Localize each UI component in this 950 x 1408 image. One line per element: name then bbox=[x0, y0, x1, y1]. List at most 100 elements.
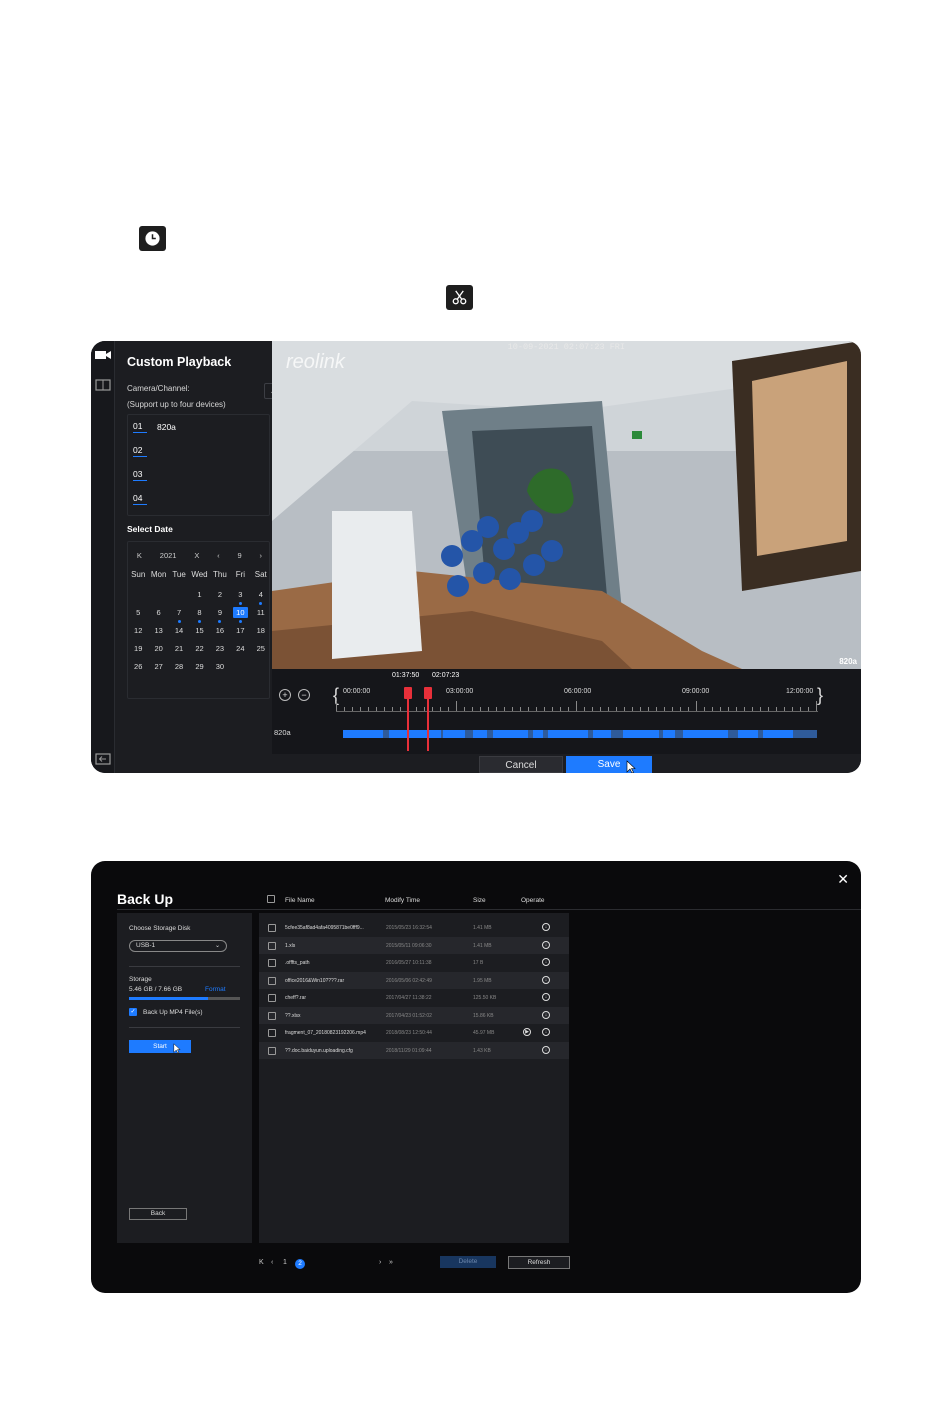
row-checkbox[interactable] bbox=[268, 959, 276, 967]
calendar-day[interactable]: 15 bbox=[189, 624, 209, 642]
calendar-day[interactable]: 13 bbox=[148, 624, 168, 642]
video-view[interactable]: 10-09-2021 02:07:23 FRI reolink 820a bbox=[272, 341, 861, 669]
calendar-day[interactable]: 25 bbox=[251, 642, 271, 660]
ruler-tick bbox=[600, 707, 601, 711]
manual-page: Custom Playback Camera/Channel: (Support… bbox=[0, 0, 950, 1408]
table-row[interactable]: 5cfee35af8ad4afa4095871be0fff9... 2015/05… bbox=[259, 919, 569, 937]
exit-icon[interactable] bbox=[95, 753, 111, 765]
row-checkbox[interactable] bbox=[268, 1029, 276, 1037]
calendar-day[interactable]: 30 bbox=[210, 660, 230, 678]
next-month-icon[interactable]: › bbox=[260, 551, 263, 560]
calendar-day[interactable]: 3 bbox=[230, 588, 250, 606]
first-page-icon[interactable]: K bbox=[259, 1259, 264, 1266]
calendar-day[interactable]: 12 bbox=[128, 624, 148, 642]
zoom-in-icon[interactable]: + bbox=[279, 689, 291, 701]
play-icon[interactable]: ▶ bbox=[523, 1028, 531, 1036]
calendar-day[interactable]: 9 bbox=[210, 606, 230, 624]
table-row[interactable]: 1.xls 2015/05/11 09:06:30 1.41 MB ↓ bbox=[259, 936, 569, 954]
ruler-tick bbox=[400, 707, 401, 711]
ruler-tick bbox=[592, 707, 593, 711]
download-icon[interactable]: ↓ bbox=[542, 923, 550, 931]
calendar-day[interactable]: 2 bbox=[210, 588, 230, 606]
camera-icon[interactable] bbox=[95, 349, 111, 361]
playback-icon[interactable] bbox=[95, 379, 111, 391]
calendar-day[interactable]: 21 bbox=[169, 642, 189, 660]
channel-item[interactable]: 02 bbox=[133, 443, 147, 459]
download-icon[interactable]: ↓ bbox=[542, 1010, 550, 1019]
calendar-day[interactable]: 1 bbox=[189, 588, 209, 606]
timeline-tick: 03:00:00 bbox=[446, 688, 474, 695]
refresh-button[interactable]: Refresh bbox=[508, 1256, 570, 1269]
storage-disk-select[interactable]: USB-1 ⌄ bbox=[129, 940, 227, 952]
row-checkbox[interactable] bbox=[268, 941, 276, 950]
calendar-day[interactable]: 29 bbox=[189, 660, 209, 678]
start-button[interactable]: Start bbox=[129, 1040, 191, 1054]
calendar-day[interactable]: 23 bbox=[210, 642, 230, 660]
row-checkbox[interactable] bbox=[268, 1046, 276, 1055]
prev-month-icon[interactable]: ‹ bbox=[217, 551, 220, 560]
calendar-day[interactable]: 7 bbox=[169, 606, 189, 624]
download-icon[interactable]: ↓ bbox=[542, 958, 550, 966]
download-icon[interactable]: ↓ bbox=[542, 993, 550, 1001]
calendar-day[interactable]: 8 bbox=[189, 606, 209, 624]
recording-bar[interactable] bbox=[343, 730, 817, 738]
calendar-day[interactable]: 11 bbox=[251, 606, 271, 624]
recording-segment bbox=[593, 730, 611, 738]
download-icon[interactable]: ↓ bbox=[542, 1028, 550, 1036]
calendar-day[interactable]: 6 bbox=[148, 606, 168, 624]
delete-button[interactable]: Delete bbox=[440, 1256, 496, 1268]
channel-item[interactable]: 04 bbox=[133, 491, 147, 507]
table-row[interactable]: .offfts_path 2016/05/27 10:11:38 17 B ↓ bbox=[259, 954, 569, 972]
last-page-icon[interactable]: » bbox=[389, 1259, 393, 1266]
file-size: 45.97 MB bbox=[473, 1030, 495, 1036]
row-checkbox[interactable] bbox=[268, 976, 276, 985]
zoom-out-icon[interactable]: − bbox=[298, 689, 310, 701]
next-year-icon[interactable]: X bbox=[194, 551, 199, 560]
close-icon[interactable]: ✕ bbox=[837, 871, 849, 888]
channel-item[interactable]: 01 820a bbox=[133, 419, 176, 435]
mp4-checkbox[interactable]: ✓ bbox=[129, 1008, 137, 1016]
calendar-day[interactable]: 28 bbox=[169, 660, 189, 678]
clip-start-handle[interactable] bbox=[404, 687, 412, 751]
row-checkbox[interactable] bbox=[268, 1011, 276, 1020]
calendar-day[interactable]: 16 bbox=[210, 624, 230, 642]
format-link[interactable]: Format bbox=[205, 986, 226, 993]
timeline[interactable]: + − { } 00:00:00 03:00:00 06:00:00 09:00… bbox=[272, 669, 861, 754]
calendar-day[interactable]: 22 bbox=[189, 642, 209, 660]
row-checkbox[interactable] bbox=[268, 924, 276, 932]
row-checkbox[interactable] bbox=[268, 994, 276, 1002]
page-2-current[interactable]: 2 bbox=[295, 1259, 305, 1269]
calendar-day[interactable]: 19 bbox=[128, 642, 148, 660]
clip-end-handle[interactable] bbox=[424, 687, 432, 751]
page-1-link[interactable]: 1 bbox=[283, 1259, 287, 1266]
calendar-day[interactable]: 24 bbox=[230, 642, 250, 660]
calendar-day[interactable]: 4 bbox=[251, 588, 271, 606]
calendar-day[interactable]: 27 bbox=[148, 660, 168, 678]
download-icon[interactable]: ↓ bbox=[542, 1045, 550, 1054]
calendar-day[interactable]: 5 bbox=[128, 606, 148, 624]
calendar-day[interactable]: 17 bbox=[230, 624, 250, 642]
calendar-day[interactable]: 26 bbox=[128, 660, 148, 678]
storage-usage-fill bbox=[129, 997, 209, 1000]
download-icon[interactable]: ↓ bbox=[542, 940, 550, 949]
download-icon[interactable]: ↓ bbox=[542, 975, 550, 984]
select-all-checkbox[interactable] bbox=[267, 895, 275, 903]
file-modify-time: 2015/05/23 16:32:54 bbox=[386, 925, 432, 931]
save-button[interactable]: Save bbox=[566, 756, 652, 773]
next-page-icon[interactable]: › bbox=[379, 1259, 381, 1266]
table-row[interactable]: cheff?.rar 2017/04/27 11:38:22 125.50 KB ↓ bbox=[259, 989, 569, 1007]
channel-item[interactable]: 03 bbox=[133, 467, 147, 483]
ruler-tick bbox=[472, 707, 473, 711]
prev-year-icon[interactable]: K bbox=[137, 551, 142, 560]
calendar-day[interactable]: 10 bbox=[230, 606, 250, 624]
prev-page-icon[interactable]: ‹ bbox=[271, 1259, 273, 1266]
back-button[interactable]: Back bbox=[129, 1208, 187, 1220]
table-row[interactable]: ??.doc.baiduyun.uploading.cfg 2018/11/29 … bbox=[259, 1041, 569, 1059]
calendar-day[interactable]: 14 bbox=[169, 624, 189, 642]
cancel-button[interactable]: Cancel bbox=[479, 756, 563, 773]
table-row[interactable]: ??.xlsx 2017/04/23 01:52:02 15.86 KB ↓ bbox=[259, 1006, 569, 1024]
table-row[interactable]: fragment_07_20180823192206.mp4 2018/08/23… bbox=[259, 1024, 569, 1042]
calendar-day[interactable]: 18 bbox=[251, 624, 271, 642]
calendar-day[interactable]: 20 bbox=[148, 642, 168, 660]
table-row[interactable]: office2016&Win10????.rar 2016/05/06 02:42… bbox=[259, 971, 569, 989]
